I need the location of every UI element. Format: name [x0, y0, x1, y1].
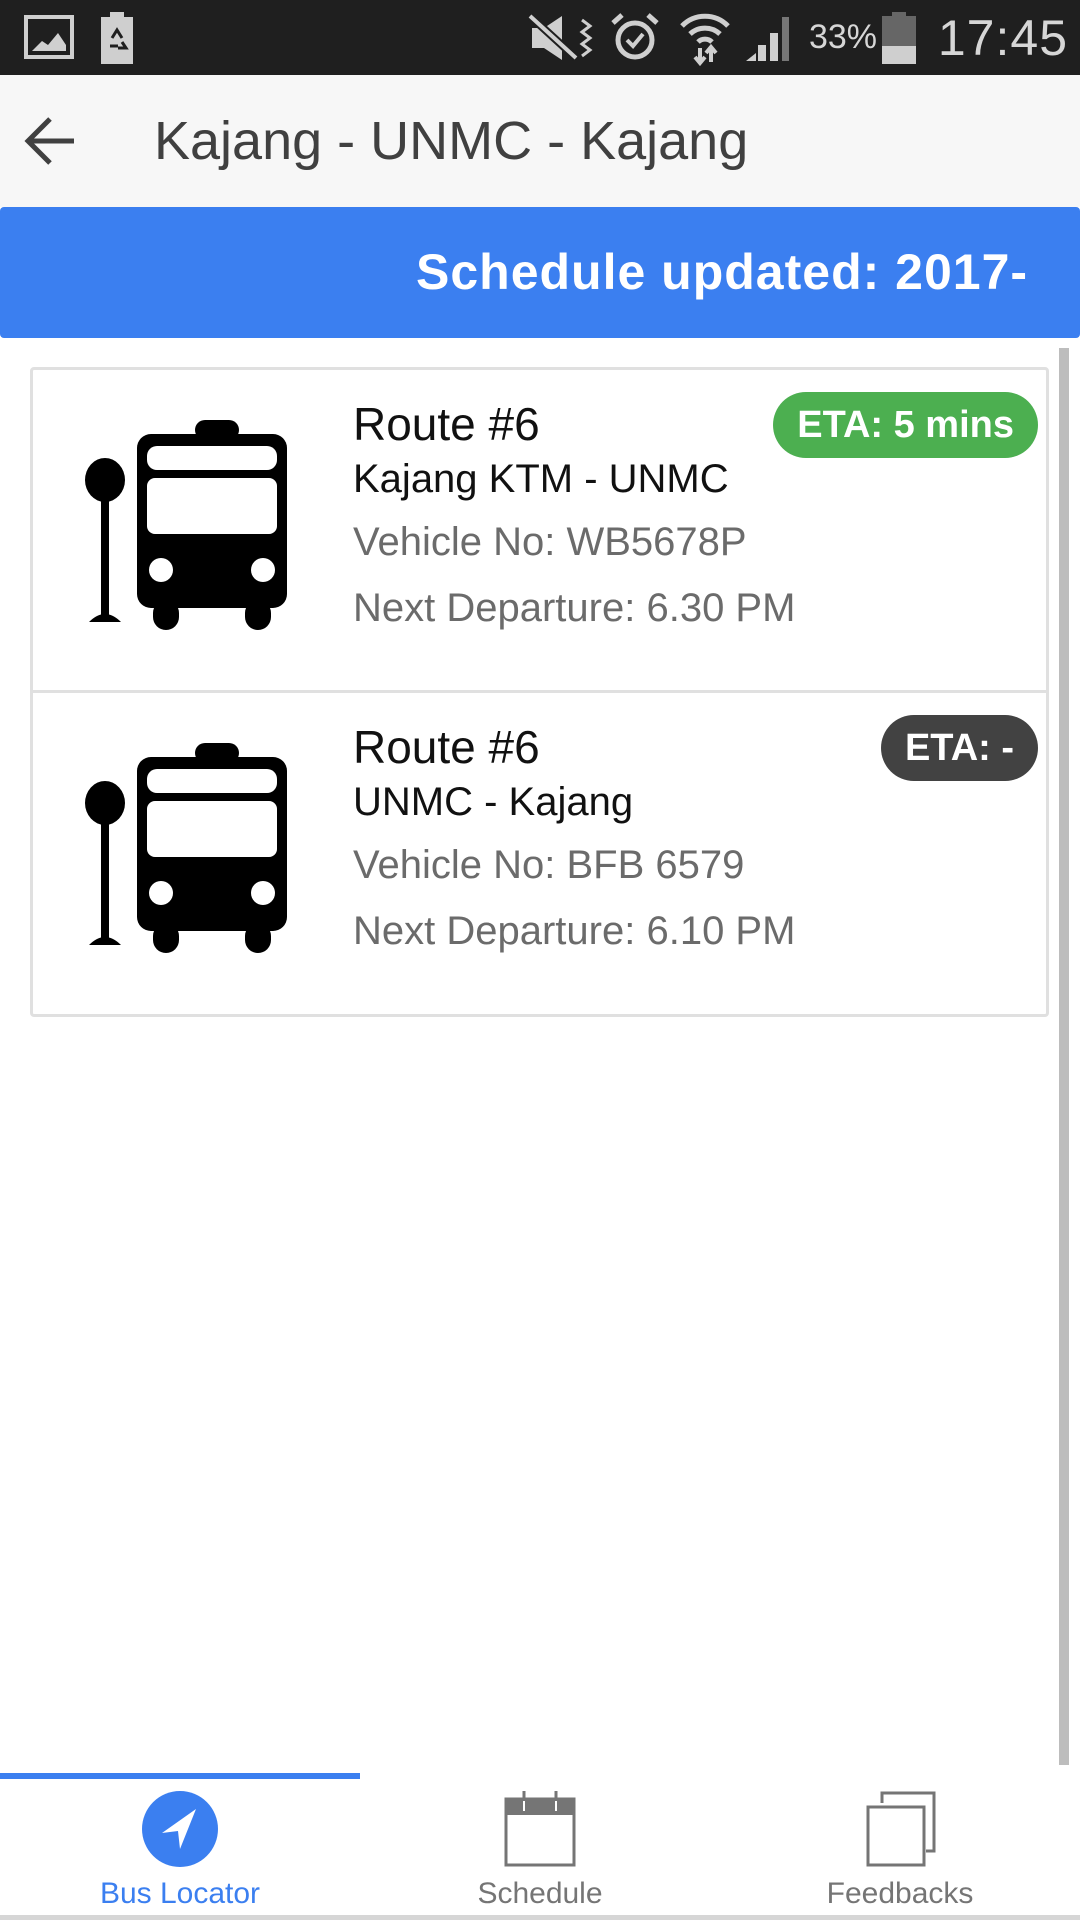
route-path: Kajang KTM - UNMC [353, 457, 729, 501]
tab-label: Schedule [477, 1877, 603, 1910]
tab-label: Bus Locator [99, 1877, 261, 1910]
route-info: Route #6 UNMC - Kajang Vehicle No: BFB 6… [353, 718, 795, 964]
battery-percent: 33% [808, 18, 877, 56]
tab-label: Feedbacks [826, 1877, 974, 1910]
status-bar: 33% 17:45 [0, 0, 1080, 75]
back-button[interactable] [18, 105, 82, 177]
calendar-icon [504, 1791, 576, 1867]
page-title: Kajang - UNMC - Kajang [154, 111, 749, 171]
clock: 17:45 [937, 9, 1068, 66]
tab-bus-locator[interactable]: Bus Locator [0, 1779, 360, 1914]
arrow-left-icon [24, 117, 74, 165]
scrollbar[interactable] [1059, 348, 1069, 1765]
route-card[interactable]: Route #6 UNMC - Kajang Vehicle No: BFB 6… [33, 693, 1046, 1014]
eta-badge: ETA: 5 mins [773, 392, 1038, 458]
route-card[interactable]: Route #6 Kajang KTM - UNMC Vehicle No: W… [33, 370, 1046, 693]
vehicle-number: Vehicle No: BFB 6579 [353, 843, 745, 887]
route-path: UNMC - Kajang [353, 780, 634, 824]
navigation-icon [142, 1791, 218, 1867]
tab-schedule[interactable]: Schedule [360, 1779, 720, 1914]
bottom-nav: Bus Locator Schedule Feedbacks [0, 1773, 1080, 1920]
bus-stop-icon [85, 743, 287, 953]
nav-divider [0, 1915, 1080, 1920]
alarm-icon [610, 0, 660, 75]
route-name: Route #6 [353, 721, 540, 773]
banner-text: Schedule updated: 2017- [416, 244, 1029, 300]
bus-stop-icon [85, 420, 287, 630]
route-name: Route #6 [353, 398, 540, 450]
route-list: Route #6 Kajang KTM - UNMC Vehicle No: W… [30, 367, 1049, 1017]
wifi-icon [680, 0, 730, 75]
battery-saver-icon [100, 0, 134, 75]
vehicle-number: Vehicle No: WB5678P [353, 520, 747, 564]
image-notification-icon [24, 0, 74, 75]
copy-icon [866, 1791, 936, 1867]
battery-icon [882, 0, 916, 75]
next-departure: Next Departure: 6.30 PM [353, 586, 796, 630]
eta-badge: ETA: - [880, 715, 1038, 781]
next-departure: Next Departure: 6.10 PM [353, 909, 796, 953]
tab-feedbacks[interactable]: Feedbacks [720, 1779, 1080, 1914]
screen: 33% 17:45 Kajang - UNMC - Kajang Schedul… [0, 0, 1080, 1920]
schedule-updated-banner: Schedule updated: 2017- [0, 207, 1080, 338]
mute-vibrate-icon [528, 0, 600, 75]
app-bar: Kajang - UNMC - Kajang [0, 75, 1080, 207]
signal-icon [744, 0, 792, 75]
route-info: Route #6 Kajang KTM - UNMC Vehicle No: W… [353, 395, 795, 641]
